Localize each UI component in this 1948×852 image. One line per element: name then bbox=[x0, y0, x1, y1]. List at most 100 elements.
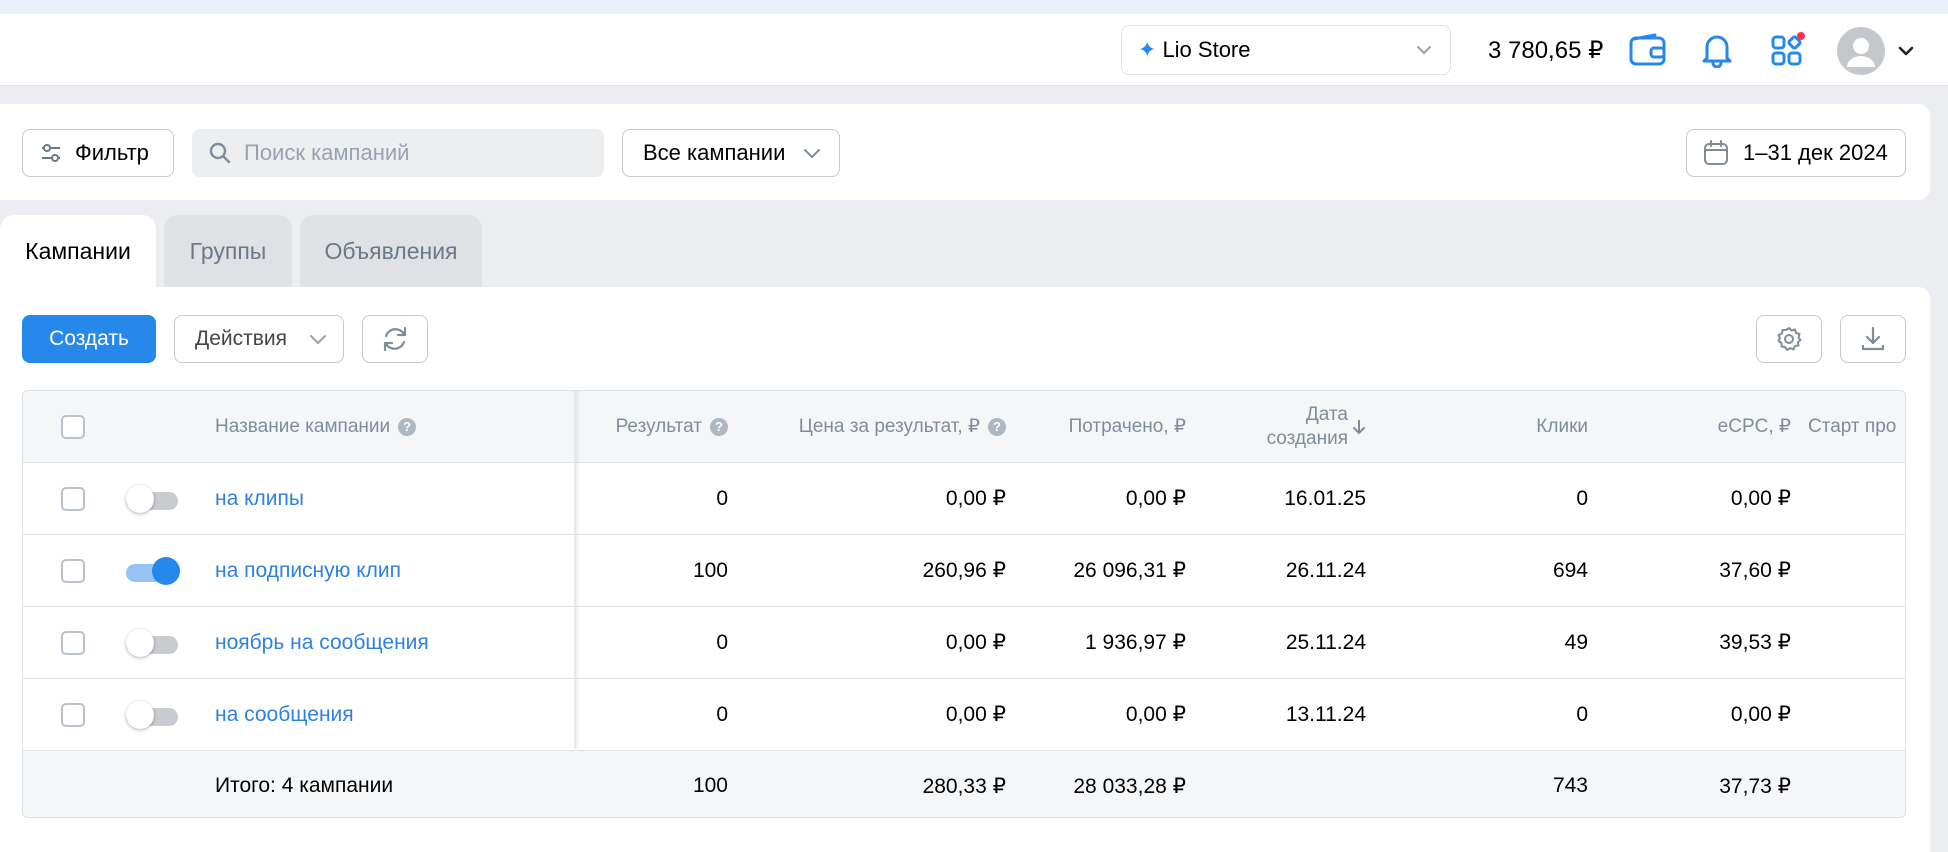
actions-label: Действия bbox=[195, 327, 288, 350]
campaigns-panel: Создать Действия Название кампании? Резу… bbox=[0, 287, 1930, 852]
column-header-name-label: Название кампании bbox=[215, 415, 391, 437]
download-icon bbox=[1861, 326, 1885, 351]
cost-per-result-cell: 0,00 ₽ bbox=[945, 703, 1006, 726]
services-button[interactable] bbox=[1768, 30, 1808, 70]
wallet-icon bbox=[1629, 33, 1666, 66]
top-strip bbox=[0, 0, 1948, 14]
chevron-down-icon bbox=[804, 149, 820, 158]
table-total-row: Итого: 4 кампании 100 280,33 ₽ 28 033,28… bbox=[23, 751, 1905, 817]
tab-ads[interactable]: Объявления bbox=[300, 215, 482, 288]
row-checkbox[interactable] bbox=[61, 630, 85, 655]
sort-arrow-down-icon bbox=[1353, 419, 1365, 434]
clicks-cell: 694 bbox=[1552, 558, 1588, 582]
calendar-icon bbox=[1704, 140, 1728, 165]
row-checkbox[interactable] bbox=[61, 558, 85, 583]
campaign-name-link[interactable]: на клипы bbox=[215, 487, 304, 511]
spent-cell: 26 096,31 ₽ bbox=[1073, 559, 1186, 582]
column-header-cost-per-result[interactable]: Цена за результат, ₽? bbox=[743, 391, 1006, 462]
date-range-picker[interactable]: 1–31 дек 2024 bbox=[1686, 129, 1906, 177]
refresh-icon bbox=[383, 326, 407, 352]
ecpc-cell: 0,00 ₽ bbox=[1730, 487, 1791, 510]
search-input[interactable] bbox=[244, 140, 584, 166]
download-button[interactable] bbox=[1840, 315, 1906, 363]
spent-cell: 0,00 ₽ bbox=[1125, 703, 1186, 726]
column-header-name[interactable]: Название кампании? bbox=[215, 391, 417, 462]
help-icon[interactable]: ? bbox=[398, 417, 417, 436]
table-row: на подписную клип 100 260,96 ₽ 26 096,31… bbox=[23, 535, 1905, 607]
user-icon bbox=[1847, 38, 1875, 67]
column-header-result[interactable]: Результат? bbox=[583, 391, 728, 462]
campaign-name[interactable]: на сообщения bbox=[215, 679, 354, 750]
cost-per-result-cell: 0,00 ₽ bbox=[945, 487, 1006, 510]
toggle-knob bbox=[152, 556, 180, 585]
column-header-ecpc[interactable]: eCPC, ₽ bbox=[1623, 391, 1791, 462]
create-button[interactable]: Создать bbox=[22, 315, 156, 363]
row-checkbox[interactable] bbox=[61, 486, 85, 511]
gear-icon bbox=[1777, 327, 1802, 351]
frozen-column-shadow bbox=[576, 391, 580, 749]
campaign-name[interactable]: на подписную клип bbox=[215, 535, 401, 606]
total-result: 100 bbox=[692, 774, 728, 797]
total-label: Итого: 4 кампании bbox=[215, 774, 394, 797]
store-name: Lio Store bbox=[1162, 37, 1251, 62]
column-header-start[interactable]: Старт про bbox=[1808, 391, 1896, 462]
sparkle-icon: ✦ bbox=[1138, 37, 1157, 62]
clicks-cell: 0 bbox=[1576, 486, 1588, 510]
column-header-cost-label: Цена за результат, ₽ bbox=[798, 416, 980, 437]
tab-groups[interactable]: Группы bbox=[164, 215, 292, 288]
campaign-toggle[interactable] bbox=[126, 700, 178, 729]
search-box[interactable] bbox=[192, 129, 604, 177]
column-header-created-label: Дата создания bbox=[1267, 403, 1348, 451]
app-header: ✦ Lio Store 3 780,65 ₽ bbox=[0, 14, 1948, 86]
campaign-toggle[interactable] bbox=[126, 556, 180, 585]
campaign-scope-dropdown[interactable]: Все кампании bbox=[622, 129, 840, 177]
refresh-button[interactable] bbox=[362, 315, 428, 363]
clicks-cell: 49 bbox=[1564, 630, 1588, 654]
column-header-spent[interactable]: Потрачено, ₽ bbox=[1023, 391, 1186, 462]
column-header-result-label: Результат bbox=[615, 415, 702, 437]
search-icon bbox=[209, 142, 231, 164]
column-header-created-line2: создания bbox=[1266, 427, 1348, 449]
result-cell: 100 bbox=[692, 558, 728, 582]
campaign-scope-label: Все кампании bbox=[643, 140, 786, 165]
total-cost-per-result: 280,33 ₽ bbox=[922, 774, 1006, 798]
campaign-toggle[interactable] bbox=[126, 628, 178, 657]
store-selector[interactable]: ✦ Lio Store bbox=[1121, 25, 1451, 75]
campaign-name-link[interactable]: на сообщения bbox=[215, 703, 354, 727]
campaigns-table: Название кампании? Результат? Цена за ре… bbox=[22, 390, 1906, 818]
column-header-clicks[interactable]: Клики bbox=[1403, 391, 1588, 462]
notifications-button[interactable] bbox=[1697, 30, 1737, 70]
help-icon[interactable]: ? bbox=[710, 417, 728, 436]
clicks-cell: 0 bbox=[1576, 702, 1588, 726]
actions-dropdown[interactable]: Действия bbox=[174, 315, 344, 363]
campaign-name[interactable]: ноябрь на сообщения bbox=[215, 607, 429, 678]
wallet-button[interactable] bbox=[1628, 30, 1668, 70]
campaign-name-link[interactable]: на подписную клип bbox=[215, 559, 401, 583]
toggle-knob bbox=[126, 700, 154, 729]
date-range-label: 1–31 дек 2024 bbox=[1743, 140, 1888, 165]
created-cell: 16.01.25 bbox=[1284, 486, 1366, 510]
profile-menu-chevron-icon[interactable] bbox=[1895, 40, 1917, 62]
campaign-toggle[interactable] bbox=[126, 484, 178, 513]
campaign-name-link[interactable]: ноябрь на сообщения bbox=[215, 631, 429, 655]
filter-button[interactable]: Фильтр bbox=[22, 129, 174, 177]
total-spent: 28 033,28 ₽ bbox=[1073, 774, 1186, 798]
table-row: на сообщения 0 0,00 ₽ 0,00 ₽ 13.11.24 0 … bbox=[23, 679, 1905, 751]
help-icon[interactable]: ? bbox=[988, 417, 1006, 436]
result-cell: 0 bbox=[716, 630, 728, 654]
total-clicks: 743 bbox=[1552, 774, 1588, 797]
sliders-icon bbox=[42, 144, 60, 162]
spent-cell: 1 936,97 ₽ bbox=[1085, 631, 1186, 654]
row-checkbox[interactable] bbox=[61, 702, 85, 727]
column-header-created[interactable]: Дата создания bbox=[1213, 391, 1366, 462]
table-settings-button[interactable] bbox=[1756, 315, 1822, 363]
campaign-name[interactable]: на клипы bbox=[215, 463, 304, 534]
toggle-knob bbox=[126, 484, 154, 513]
ecpc-cell: 37,60 ₽ bbox=[1719, 559, 1791, 582]
tab-campaigns[interactable]: Кампании bbox=[0, 215, 156, 288]
ecpc-cell: 39,53 ₽ bbox=[1719, 631, 1791, 654]
apps-grid-icon bbox=[1771, 32, 1805, 66]
table-row: на клипы 0 0,00 ₽ 0,00 ₽ 16.01.25 0 0,00… bbox=[23, 463, 1905, 535]
avatar[interactable] bbox=[1837, 27, 1885, 75]
select-all-checkbox[interactable] bbox=[61, 414, 85, 439]
